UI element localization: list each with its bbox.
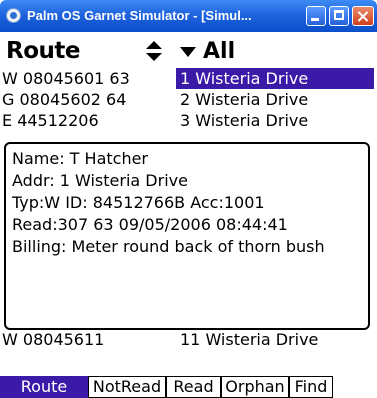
bottom-tab-bar: Route NotRead Read Orphan Find [0, 376, 377, 398]
popup-reading: Read:307 63 09/05/2006 08:44:41 [12, 215, 288, 234]
list-item[interactable]: G 08045602 64 2 Wisteria Drive [0, 89, 377, 110]
chevron-down-icon[interactable] [180, 47, 196, 57]
list-item-address: 3 Wisteria Drive [180, 111, 309, 130]
close-button[interactable] [352, 6, 374, 26]
filter-selector[interactable]: All [203, 39, 235, 64]
list-item[interactable]: W 08045611 11 Wisteria Drive [0, 329, 377, 350]
palm-screen: Route All W 08045601 63 1 Wisteria Drive… [0, 32, 377, 398]
route-list: W 08045601 63 1 Wisteria Drive G 0804560… [0, 68, 377, 131]
tab-find[interactable]: Find [289, 376, 333, 398]
details-popup[interactable]: Name: T Hatcher Addr: 1 Wisteria Drive T… [4, 142, 370, 330]
list-item-address: 11 Wisteria Drive [180, 330, 319, 349]
list-item-address: 2 Wisteria Drive [180, 90, 309, 109]
list-item[interactable]: E 44512206 3 Wisteria Drive [0, 110, 377, 131]
list-item-account: E 44512206 [2, 111, 99, 130]
tab-orphan[interactable]: Orphan [221, 376, 289, 398]
tab-route[interactable]: Route [0, 376, 88, 398]
list-item[interactable]: W 08045601 63 1 Wisteria Drive [0, 68, 377, 89]
list-item-account: G 08045602 64 [2, 90, 127, 109]
form-title: Route [6, 38, 80, 64]
list-item-account: W 08045611 [2, 330, 105, 349]
sort-arrows-icon[interactable] [146, 41, 162, 61]
tab-notread[interactable]: NotRead [88, 376, 166, 398]
popup-billing-note: Billing: Meter round back of thorn bush [12, 237, 325, 256]
window-title-bar[interactable]: Palm OS Garnet Simulator - [Simul... [0, 0, 377, 32]
form-header: Route All [0, 32, 377, 68]
list-item-address: 1 Wisteria Drive [176, 68, 374, 89]
window-title: Palm OS Garnet Simulator - [Simul... [27, 8, 252, 23]
minimize-button[interactable] [306, 6, 326, 26]
tab-read[interactable]: Read [166, 376, 221, 398]
popup-type-id: Typ:W ID: 84512766B Acc:1001 [12, 193, 265, 212]
maximize-button[interactable] [329, 6, 349, 26]
list-item-account: W 08045601 63 [2, 69, 130, 88]
popup-name: Name: T Hatcher [12, 149, 149, 168]
popup-address: Addr: 1 Wisteria Drive [12, 171, 188, 190]
palm-app-icon [6, 8, 21, 23]
